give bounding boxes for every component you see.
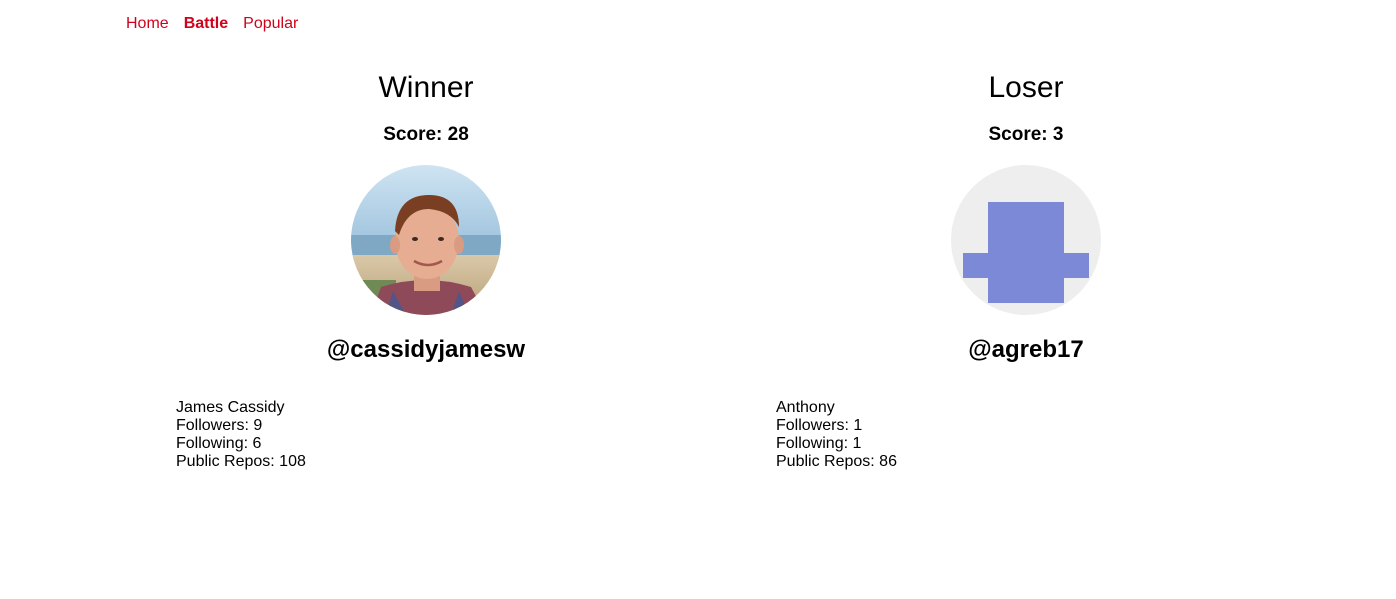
identicon-icon — [951, 165, 1101, 315]
loser-following: Following: 1 — [776, 435, 862, 452]
loser-repos: Public Repos: 86 — [776, 453, 897, 470]
winner-username: @cassidyjamesw — [326, 336, 526, 363]
nav-popular-link[interactable]: Popular — [243, 14, 298, 34]
winner-repos: Public Repos: 108 — [176, 453, 306, 470]
main-nav: Home Battle Popular — [126, 14, 298, 34]
nav-home-link[interactable]: Home — [126, 14, 169, 34]
loser-name: Anthony — [776, 399, 835, 416]
winner-following: Following: 6 — [176, 435, 262, 452]
winner-followers: Followers: 9 — [176, 417, 263, 434]
nav-battle-link[interactable]: Battle — [184, 14, 228, 34]
loser-username: @agreb17 — [968, 336, 1084, 363]
profile-photo-icon — [351, 165, 501, 315]
loser-header: Loser — [988, 71, 1064, 104]
winner-header: Winner — [378, 71, 474, 104]
loser-info-list: Anthony Followers: 1 Following: 1 Public… — [776, 399, 1326, 471]
loser-followers: Followers: 1 — [776, 417, 863, 434]
winner-info-list: James Cassidy Followers: 9 Following: 6 … — [176, 399, 726, 471]
loser-card: Loser Score: 3 @agreb17 Anthony Follower… — [726, 68, 1326, 487]
winner-avatar — [351, 165, 501, 315]
winner-name: James Cassidy — [176, 399, 285, 416]
winner-score: Score: 28 — [383, 124, 469, 145]
winner-card: Winner Score: 28 @cassidyjamesw James Ca… — [126, 68, 726, 487]
loser-score: Score: 3 — [988, 124, 1064, 145]
loser-avatar — [951, 165, 1101, 315]
